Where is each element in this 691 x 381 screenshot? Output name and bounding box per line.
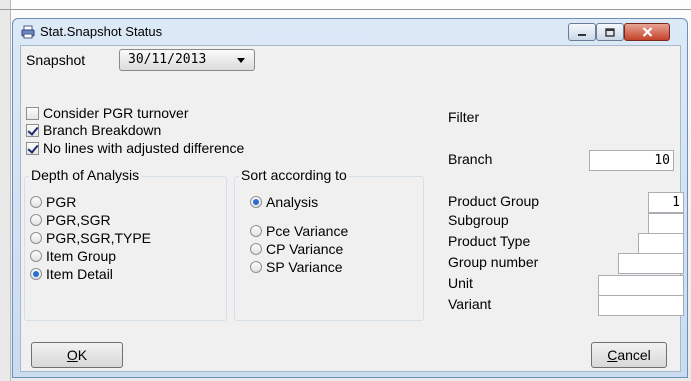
maximize-button[interactable] <box>596 23 624 41</box>
radio-button[interactable] <box>250 225 262 237</box>
radio-label: Pce Variance <box>266 223 349 239</box>
product-group-input[interactable]: 1 <box>648 192 684 213</box>
subgroup-label: Subgroup <box>448 212 509 228</box>
variant-label: Variant <box>448 296 492 312</box>
product-type-input[interactable] <box>638 233 684 254</box>
group-number-input[interactable] <box>618 253 684 274</box>
minimize-icon <box>577 24 587 40</box>
branch-label: Branch <box>448 151 493 167</box>
radio-button[interactable] <box>30 196 42 208</box>
snapshot-dropdown[interactable]: 30/11/2013 <box>119 49 255 71</box>
checkbox-label: Branch Breakdown <box>43 122 162 138</box>
depth-of-analysis-group: Depth of Analysis PGR PGR,SGR PGR,SGR,TY… <box>24 167 227 321</box>
close-button[interactable] <box>624 23 670 41</box>
radio-button[interactable] <box>250 196 262 208</box>
snapshot-value: 30/11/2013 <box>128 52 207 67</box>
radio-label: PGR,SGR,TYPE <box>46 230 152 246</box>
radio-button[interactable] <box>30 214 42 226</box>
checkbox-label: Consider PGR turnover <box>43 105 189 121</box>
radio-label: PGR,SGR <box>46 212 111 228</box>
radio-label: Item Detail <box>46 266 113 282</box>
checkbox-no-adjusted-lines[interactable] <box>26 142 39 155</box>
window-title: Stat.Snapshot Status <box>40 24 163 39</box>
radio-label: Analysis <box>266 194 319 210</box>
checkbox-consider-pgr[interactable] <box>26 107 39 120</box>
radio-button[interactable] <box>30 268 42 280</box>
cancel-button[interactable]: Cancel <box>591 342 667 368</box>
background-window-edge <box>0 0 11 381</box>
minimize-button[interactable] <box>568 23 596 41</box>
unit-input[interactable] <box>598 275 684 296</box>
close-icon <box>642 24 653 40</box>
chevron-down-icon <box>237 58 245 63</box>
radio-button[interactable] <box>250 243 262 255</box>
dialog-body: Snapshot 30/11/2013 Consider PGR turnove… <box>20 45 684 372</box>
dialog-window: Stat.Snapshot Status Snapshot 30/11/2013… <box>12 18 688 378</box>
variant-input[interactable] <box>598 295 684 316</box>
ok-label-rest: K <box>77 347 88 363</box>
radio-button[interactable] <box>30 250 42 262</box>
cancel-mnemonic: C <box>607 347 618 363</box>
radio-button[interactable] <box>30 232 42 244</box>
ok-button[interactable]: OK <box>31 342 123 368</box>
depth-group-title: Depth of Analysis <box>29 167 142 183</box>
unit-label: Unit <box>448 275 473 291</box>
radio-label: CP Variance <box>266 241 344 257</box>
sort-group: Sort according to Analysis Pce Variance … <box>234 167 424 321</box>
snapshot-label: Snapshot <box>26 52 86 68</box>
maximize-icon <box>605 24 615 40</box>
title-bar[interactable]: Stat.Snapshot Status <box>13 19 687 45</box>
branch-input[interactable]: 10 <box>589 150 674 171</box>
cancel-label-rest: ancel <box>617 347 651 363</box>
radio-button[interactable] <box>250 261 262 273</box>
product-type-label: Product Type <box>448 233 531 249</box>
product-group-label: Product Group <box>448 193 540 209</box>
radio-label: Item Group <box>46 248 117 264</box>
sort-group-title: Sort according to <box>239 167 349 183</box>
group-number-label: Group number <box>448 254 539 270</box>
radio-label: SP Variance <box>266 259 343 275</box>
checkbox-label: No lines with adjusted difference <box>43 140 245 156</box>
subgroup-input[interactable] <box>648 213 684 234</box>
background-divider <box>0 9 691 10</box>
filter-title: Filter <box>448 109 480 125</box>
checkbox-branch-breakdown[interactable] <box>26 124 39 137</box>
ok-mnemonic: O <box>66 347 78 363</box>
radio-label: PGR <box>46 194 77 210</box>
printer-icon <box>21 25 35 39</box>
